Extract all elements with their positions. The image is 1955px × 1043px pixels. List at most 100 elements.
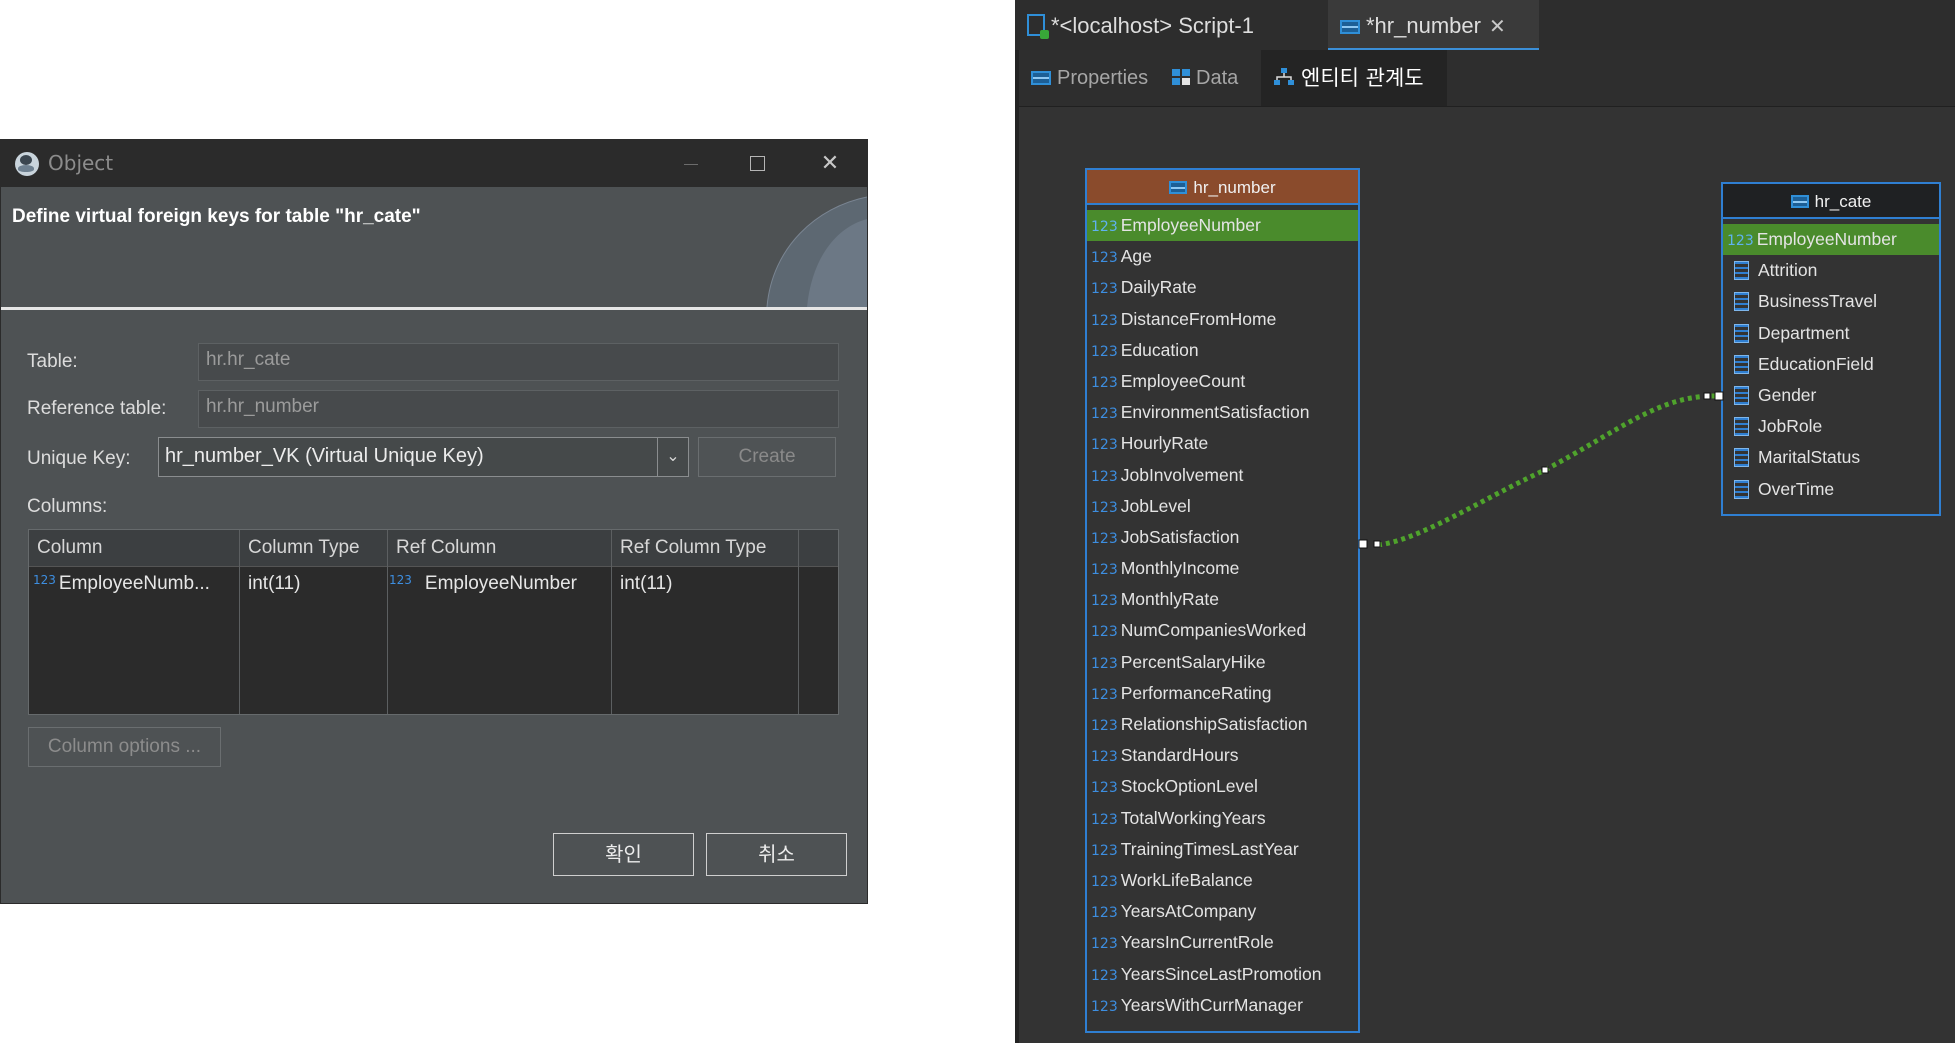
entity-attribute-row[interactable]: 123 StockOptionLevel [1087,771,1358,802]
entity-attribute-row[interactable]: JobRole [1723,411,1939,442]
entity-attribute-row[interactable]: 123 PercentSalaryHike [1087,647,1358,678]
numeric-type-icon: 123 [1091,686,1118,703]
attribute-name: DailyRate [1120,277,1197,298]
entity-attribute-row[interactable]: 123 PerformanceRating [1087,678,1358,709]
entity-attribute-row[interactable]: 123 TotalWorkingYears [1087,803,1358,834]
entity-attribute-row[interactable]: Attrition [1723,255,1939,286]
tab-script-1[interactable]: *<localhost> Script-1 [1027,0,1254,50]
entity-attribute-row[interactable]: 123 YearsAtCompany [1087,896,1358,927]
cell-ref-column-type[interactable]: int(11) [620,573,672,595]
unique-key-select[interactable]: hr_number_VK (Virtual Unique Key) ⌄ [158,437,689,477]
columns-label: Columns: [27,496,108,517]
unique-key-value: hr_number_VK (Virtual Unique Key) [165,445,484,467]
column-options-button[interactable]: Column options ... [28,727,221,767]
editor-border [1015,0,1019,1043]
column-separator [798,566,799,714]
entity-attribute-row[interactable]: MaritalStatus [1723,442,1939,473]
entity-attribute-row[interactable]: 123 TrainingTimesLastYear [1087,834,1358,865]
entity-attribute-row[interactable]: 123 EmployeeNumber [1087,210,1358,242]
entity-hr-number[interactable]: hr_number 123 EmployeeNumber 123 Age 123 Dail… [1085,168,1360,1033]
column-header-ref-column[interactable]: Ref Column [388,530,612,566]
entity-attribute-row[interactable]: 123 EmployeeNumber [1723,224,1939,256]
entity-attribute-row[interactable]: 123 DailyRate [1087,272,1358,303]
attribute-name: OverTime [1758,478,1835,499]
attribute-name: TotalWorkingYears [1120,807,1266,828]
entity-attribute-row[interactable]: 123 DistanceFromHome [1087,304,1358,335]
entity-attribute-row[interactable]: 123 RelationshipSatisfaction [1087,709,1358,740]
entity-attribute-row[interactable]: BusinessTravel [1723,286,1939,317]
string-type-icon [1734,261,1749,281]
entity-attribute-row[interactable]: 123 JobInvolvement [1087,460,1358,491]
reference-table-field[interactable]: hr.hr_number [198,390,839,428]
columns-table[interactable]: Column Column Type Ref Column Ref Column… [28,529,839,715]
editor-subtab-bar: Properties Data 엔티티 관계도 [1019,50,1955,107]
editor-tab-bar: *<localhost> Script-1 *hr_number ✕ [1015,0,1955,51]
entity-attribute-row[interactable]: 123 YearsWithCurrManager [1087,990,1358,1021]
numeric-type-icon: 123 [1091,219,1118,235]
attribute-name: JobLevel [1120,495,1191,516]
numeric-type-icon: 123 [1091,998,1118,1015]
entity-attribute-row[interactable]: 123 MonthlyIncome [1087,553,1358,584]
entity-attribute-row[interactable]: 123 MonthlyRate [1087,584,1358,615]
entity-attribute-row[interactable]: Department [1723,318,1939,349]
entity-attribute-row[interactable]: 123 Education [1087,335,1358,366]
tab-hr-number[interactable]: *hr_number ✕ [1328,0,1539,50]
attribute-name: Attrition [1758,260,1818,281]
column-header-column[interactable]: Column [29,530,240,566]
close-tab-icon[interactable]: ✕ [1489,16,1506,38]
entity-attribute-row[interactable]: 123 WorkLifeBalance [1087,865,1358,896]
ok-button[interactable]: 확인 [553,833,694,876]
cancel-button[interactable]: 취소 [706,833,847,876]
entity-attribute-row[interactable]: 123 Age [1087,241,1358,272]
entity-attribute-row[interactable]: Gender [1723,380,1939,411]
entity-attribute-row[interactable]: 123 NumCompaniesWorked [1087,615,1358,646]
chevron-down-icon[interactable]: ⌄ [657,438,688,476]
entity-attribute-row[interactable]: 123 EnvironmentSatisfaction [1087,397,1358,428]
numeric-type-icon: 123 [1091,312,1118,329]
entity-attribute-row[interactable]: OverTime [1723,474,1939,505]
entity-attribute-row[interactable]: 123 StandardHours [1087,740,1358,771]
column-separator [387,566,388,714]
dialog-titlebar[interactable]: Object ✕ [1,140,867,187]
cell-column-type[interactable]: int(11) [248,573,300,595]
attribute-name: Department [1758,322,1850,343]
entity-hr-cate[interactable]: hr_cate 123 EmployeeNumber Attrition Busine… [1721,182,1941,516]
entity-header[interactable]: hr_cate [1723,184,1939,219]
table-icon [1790,195,1809,208]
create-button[interactable]: Create [698,437,836,477]
attribute-name: EmployeeNumber [1756,229,1897,249]
cell-column[interactable]: 123 EmployeeNumb... [33,573,210,595]
attribute-name: StandardHours [1120,745,1239,766]
entity-attribute-row[interactable]: EducationField [1723,349,1939,380]
tab-properties[interactable]: Properties [1031,50,1148,106]
minimize-icon[interactable] [677,152,705,176]
entity-attributes: 123 EmployeeNumber Attrition BusinessTravel… [1723,219,1939,505]
maximize-icon[interactable] [744,152,772,176]
string-type-icon [1734,479,1749,499]
attribute-name: EmployeeCount [1120,370,1246,391]
attribute-name: YearsInCurrentRole [1120,932,1274,953]
tab-entity-relationship-diagram[interactable]: 엔티티 관계도 [1261,50,1447,106]
columns-table-header: Column Column Type Ref Column Ref Column… [29,530,838,567]
attribute-name: HourlyRate [1120,433,1209,454]
entity-attribute-row[interactable]: 123 EmployeeCount [1087,366,1358,397]
table-label: Table: [27,351,78,372]
cell-ref-column[interactable]: 123 EmployeeNumber [389,573,577,595]
numeric-type-icon: 123 [1091,406,1118,423]
string-type-icon [1734,417,1749,437]
entity-attribute-row[interactable]: 123 JobLevel [1087,491,1358,522]
column-header-ref-column-type[interactable]: Ref Column Type [612,530,799,566]
entity-attribute-row[interactable]: 123 YearsSinceLastPromotion [1087,959,1358,990]
attribute-name: RelationshipSatisfaction [1120,714,1308,734]
close-icon[interactable]: ✕ [816,152,844,176]
entity-header[interactable]: hr_number [1087,170,1358,205]
reference-table-label: Reference table: [27,398,167,419]
entity-attribute-row[interactable]: 123 JobSatisfaction [1087,522,1358,553]
table-field[interactable]: hr.hr_cate [198,343,839,381]
entity-attribute-row[interactable]: 123 YearsInCurrentRole [1087,927,1358,958]
numeric-type-icon: 123 [1091,437,1118,454]
entity-attribute-row[interactable]: 123 HourlyRate [1087,428,1358,459]
column-header-column-type[interactable]: Column Type [240,530,388,566]
tab-data[interactable]: Data [1172,50,1238,106]
attribute-name: EducationField [1758,353,1874,374]
